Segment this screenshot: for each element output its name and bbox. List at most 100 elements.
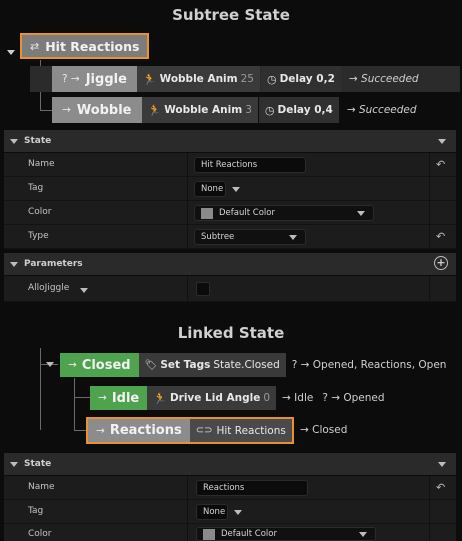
color-label: Color [28,207,52,217]
chevron-down-icon[interactable] [234,510,242,515]
prop-row-tag: Tag None [4,177,456,201]
jiggle-label: Jiggle [85,71,127,87]
prop-row-type: Type Subtree ↶ [4,225,456,249]
collapse-arrow-icon [10,138,18,144]
jiggle-task: Wobble Anim [159,73,238,85]
expand-arrow-icon[interactable] [7,40,15,59]
chevron-down-icon [359,532,367,537]
reset-icon[interactable]: ↶ [436,230,445,243]
linked-section-title: Linked State [177,324,285,342]
arrow-icon: → [98,392,107,404]
tag-label: Tag [28,183,44,193]
color-swatch [203,528,215,540]
jiggle-task-value: 25 [240,73,254,85]
state-panel-2-header[interactable]: State [4,453,456,475]
color-label-2: Color [28,529,52,539]
jiggle-delay: Delay 0,2 [279,73,335,85]
running-man-icon: 🏃 [153,391,167,405]
tag-icon: 🏷 [144,359,158,371]
tag-value-2: None [203,507,226,517]
parameters-panel-title: Parameters [24,259,83,269]
idle-transition-2: ? → Opened [322,392,385,404]
prop-row-name: Name Hit Reactions ↶ [4,153,456,177]
wobble-task: Wobble Anim [164,104,243,116]
prop-row-color: Color Default Color [4,201,456,225]
running-man-icon: 🏃 [147,103,162,117]
jiggle-prefix: ? → [62,73,80,85]
idle-action: Drive Lid Angle [169,392,261,404]
expand-arrow-icon[interactable] [46,362,54,367]
link-icon: ⊂⊃ [195,425,213,436]
wobble-label: Wobble [76,102,132,118]
chevron-down-icon[interactable] [232,187,240,192]
name-value: Hit Reactions [201,160,258,170]
tag-value: None [201,184,224,194]
wobble-task-value: 3 [245,104,252,116]
reset-icon[interactable]: ↶ [436,481,445,494]
root-node-label: Hit Reactions [45,38,140,54]
name-field[interactable]: Hit Reactions [194,157,306,173]
allojiggle-checkbox[interactable] [196,282,210,296]
closed-node[interactable]: → Closed 🏷 Set Tags State.Closed ? → Ope… [60,353,452,377]
reactions-transition: → Closed [300,424,348,436]
prop-row-color-2: Color Default Color [4,524,456,541]
jiggle-node[interactable]: ? → Jiggle 🏃 Wobble Anim 25 ◷ Delay 0,2 … [52,66,427,92]
tag-dropdown-2[interactable]: None [196,504,228,520]
type-dropdown[interactable]: Subtree [194,229,306,245]
wobble-prefix: → [62,104,71,116]
reactions-label: Reactions [109,423,182,438]
chevron-down-icon [289,235,297,240]
parameters-panel-header[interactable]: Parameters + [4,253,456,275]
subtree-section-title: Subtree State [172,6,290,24]
reactions-link: Hit Reactions [216,424,286,437]
name-label: Name [28,159,55,169]
idle-label: Idle [111,390,140,406]
color-value-2: Default Color [221,529,277,539]
idle-node[interactable]: → Idle 🏃 Drive Lid Angle 0 → Idle ? → Op… [90,386,391,410]
arrow-icon: → [96,424,105,437]
closed-action-value: State.Closed [213,359,280,371]
wobble-delay: Delay 0,4 [277,104,333,116]
subtree-root-node[interactable]: ⇄ Hit Reactions [20,33,150,59]
closed-transitions: ? → Opened, Reactions, Open [291,359,447,371]
name-field-2[interactable]: Reactions [196,480,308,496]
color-dropdown-2[interactable]: Default Color [196,527,376,541]
closed-label: Closed [81,357,131,373]
jiggle-result: → Succeeded [348,73,419,85]
name-label-2: Name [28,482,55,492]
reactions-node[interactable]: → Reactions ⊂⊃ Hit Reactions [86,417,294,444]
shuffle-icon: ⇄ [30,39,40,53]
chevron-down-icon[interactable] [80,288,88,293]
collapse-arrow-icon [10,261,18,267]
color-dropdown[interactable]: Default Color [194,205,374,221]
running-man-icon: 🏃 [142,72,157,86]
color-value: Default Color [219,208,275,218]
prop-row-name-2: Name Reactions ↶ [4,476,456,500]
clock-icon: ◷ [266,72,277,86]
chevron-down-icon [438,462,446,467]
idle-transition-1: → Idle [282,392,314,404]
chevron-down-icon [357,211,365,216]
type-value: Subtree [201,232,235,242]
name-value-2: Reactions [203,483,245,493]
collapse-arrow-icon [10,461,18,467]
state-panel-2-title: State [24,459,52,469]
tag-label-2: Tag [28,506,44,516]
prop-row-tag-2: Tag None [4,500,456,524]
prop-row-allojiggle: AlloJiggle [4,276,456,302]
clock-icon: ◷ [264,103,275,117]
chevron-down-icon [438,139,446,144]
type-label: Type [28,231,49,241]
allojiggle-label: AlloJiggle [28,283,70,293]
color-swatch [201,207,213,219]
state-panel-header[interactable]: State [4,130,456,152]
state-panel-title: State [24,136,52,146]
tag-dropdown[interactable]: None [194,181,226,197]
idle-action-value: 0 [263,392,271,404]
wobble-result: → Succeeded [346,104,417,116]
closed-action: Set Tags [160,359,211,371]
add-parameter-icon[interactable]: + [434,256,448,270]
arrow-icon: → [68,359,77,371]
wobble-node[interactable]: → Wobble 🏃 Wobble Anim 3 ◷ Delay 0,4 → S… [52,97,425,123]
reset-icon[interactable]: ↶ [436,158,445,171]
